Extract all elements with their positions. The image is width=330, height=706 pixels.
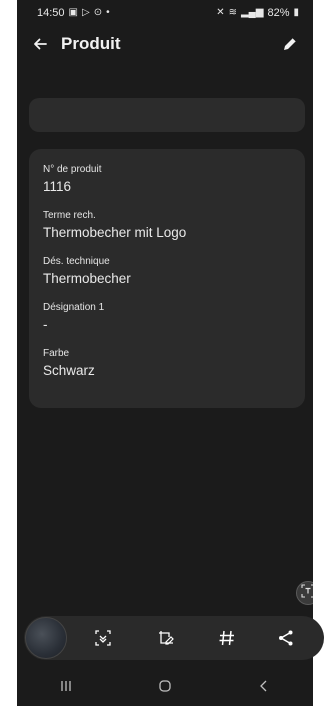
page-title: Produit — [61, 34, 121, 53]
screen: 14:50 ▣ ▷ ⊙ • ✕ ≋ ▂▄▆ 82% ▮ Produit N° d… — [17, 0, 313, 706]
app-bar: Produit — [17, 26, 313, 62]
share-icon[interactable] — [275, 627, 297, 649]
text-extract-button[interactable] — [296, 581, 313, 605]
wifi-icon: ≋ — [228, 7, 237, 18]
field-product-number: N° de produit 1116 — [43, 163, 291, 196]
field-color: Farbe Schwarz — [43, 347, 291, 380]
text-scan-icon — [301, 583, 313, 603]
field-value: Schwarz — [43, 363, 95, 378]
status-time: 14:50 — [37, 7, 65, 19]
product-details-card: N° de produit 1116 Terme rech. Thermobec… — [29, 149, 305, 408]
field-technical-name: Dés. technique Thermobecher — [43, 255, 291, 288]
field-search-term: Terme rech. Thermobecher mit Logo — [43, 209, 291, 242]
battery-percent: 82% — [267, 7, 290, 19]
field-value: Thermobecher — [43, 271, 131, 286]
home-icon[interactable] — [145, 671, 185, 701]
back-arrow-icon[interactable] — [31, 35, 49, 53]
empty-header-bar[interactable] — [29, 98, 305, 132]
gallery-notification-icon: ▣ — [68, 7, 78, 18]
back-icon[interactable] — [244, 671, 284, 701]
more-notifications-icon: • — [106, 7, 110, 18]
play-notification-icon: ▷ — [81, 7, 90, 18]
field-label: Dés. technique — [43, 256, 110, 267]
battery-icon: ▮ — [293, 7, 299, 18]
field-value: Thermobecher mit Logo — [43, 225, 187, 240]
signal-icon: ▂▄▆ — [240, 7, 264, 18]
status-bar: 14:50 ▣ ▷ ⊙ • ✕ ≋ ▂▄▆ 82% ▮ — [17, 0, 313, 26]
system-nav-bar — [17, 666, 313, 706]
field-label: Farbe — [43, 348, 70, 359]
field-label: Désignation 1 — [43, 302, 105, 313]
field-value: - — [43, 317, 48, 332]
field-label: Terme rech. — [43, 210, 96, 221]
scroll-capture-icon[interactable] — [92, 627, 114, 649]
field-value: 1116 — [43, 179, 72, 194]
recent-apps-icon[interactable] — [46, 671, 86, 701]
mute-icon: ✕ — [216, 7, 225, 18]
screenshot-thumbnail[interactable] — [25, 617, 67, 659]
crop-edit-icon[interactable] — [155, 627, 177, 649]
field-designation-1: Désignation 1 - — [43, 301, 291, 334]
edit-pencil-icon[interactable] — [281, 35, 299, 53]
location-notification-icon: ⊙ — [93, 7, 103, 18]
field-label: N° de produit — [43, 164, 102, 175]
hashtag-icon[interactable] — [216, 627, 238, 649]
